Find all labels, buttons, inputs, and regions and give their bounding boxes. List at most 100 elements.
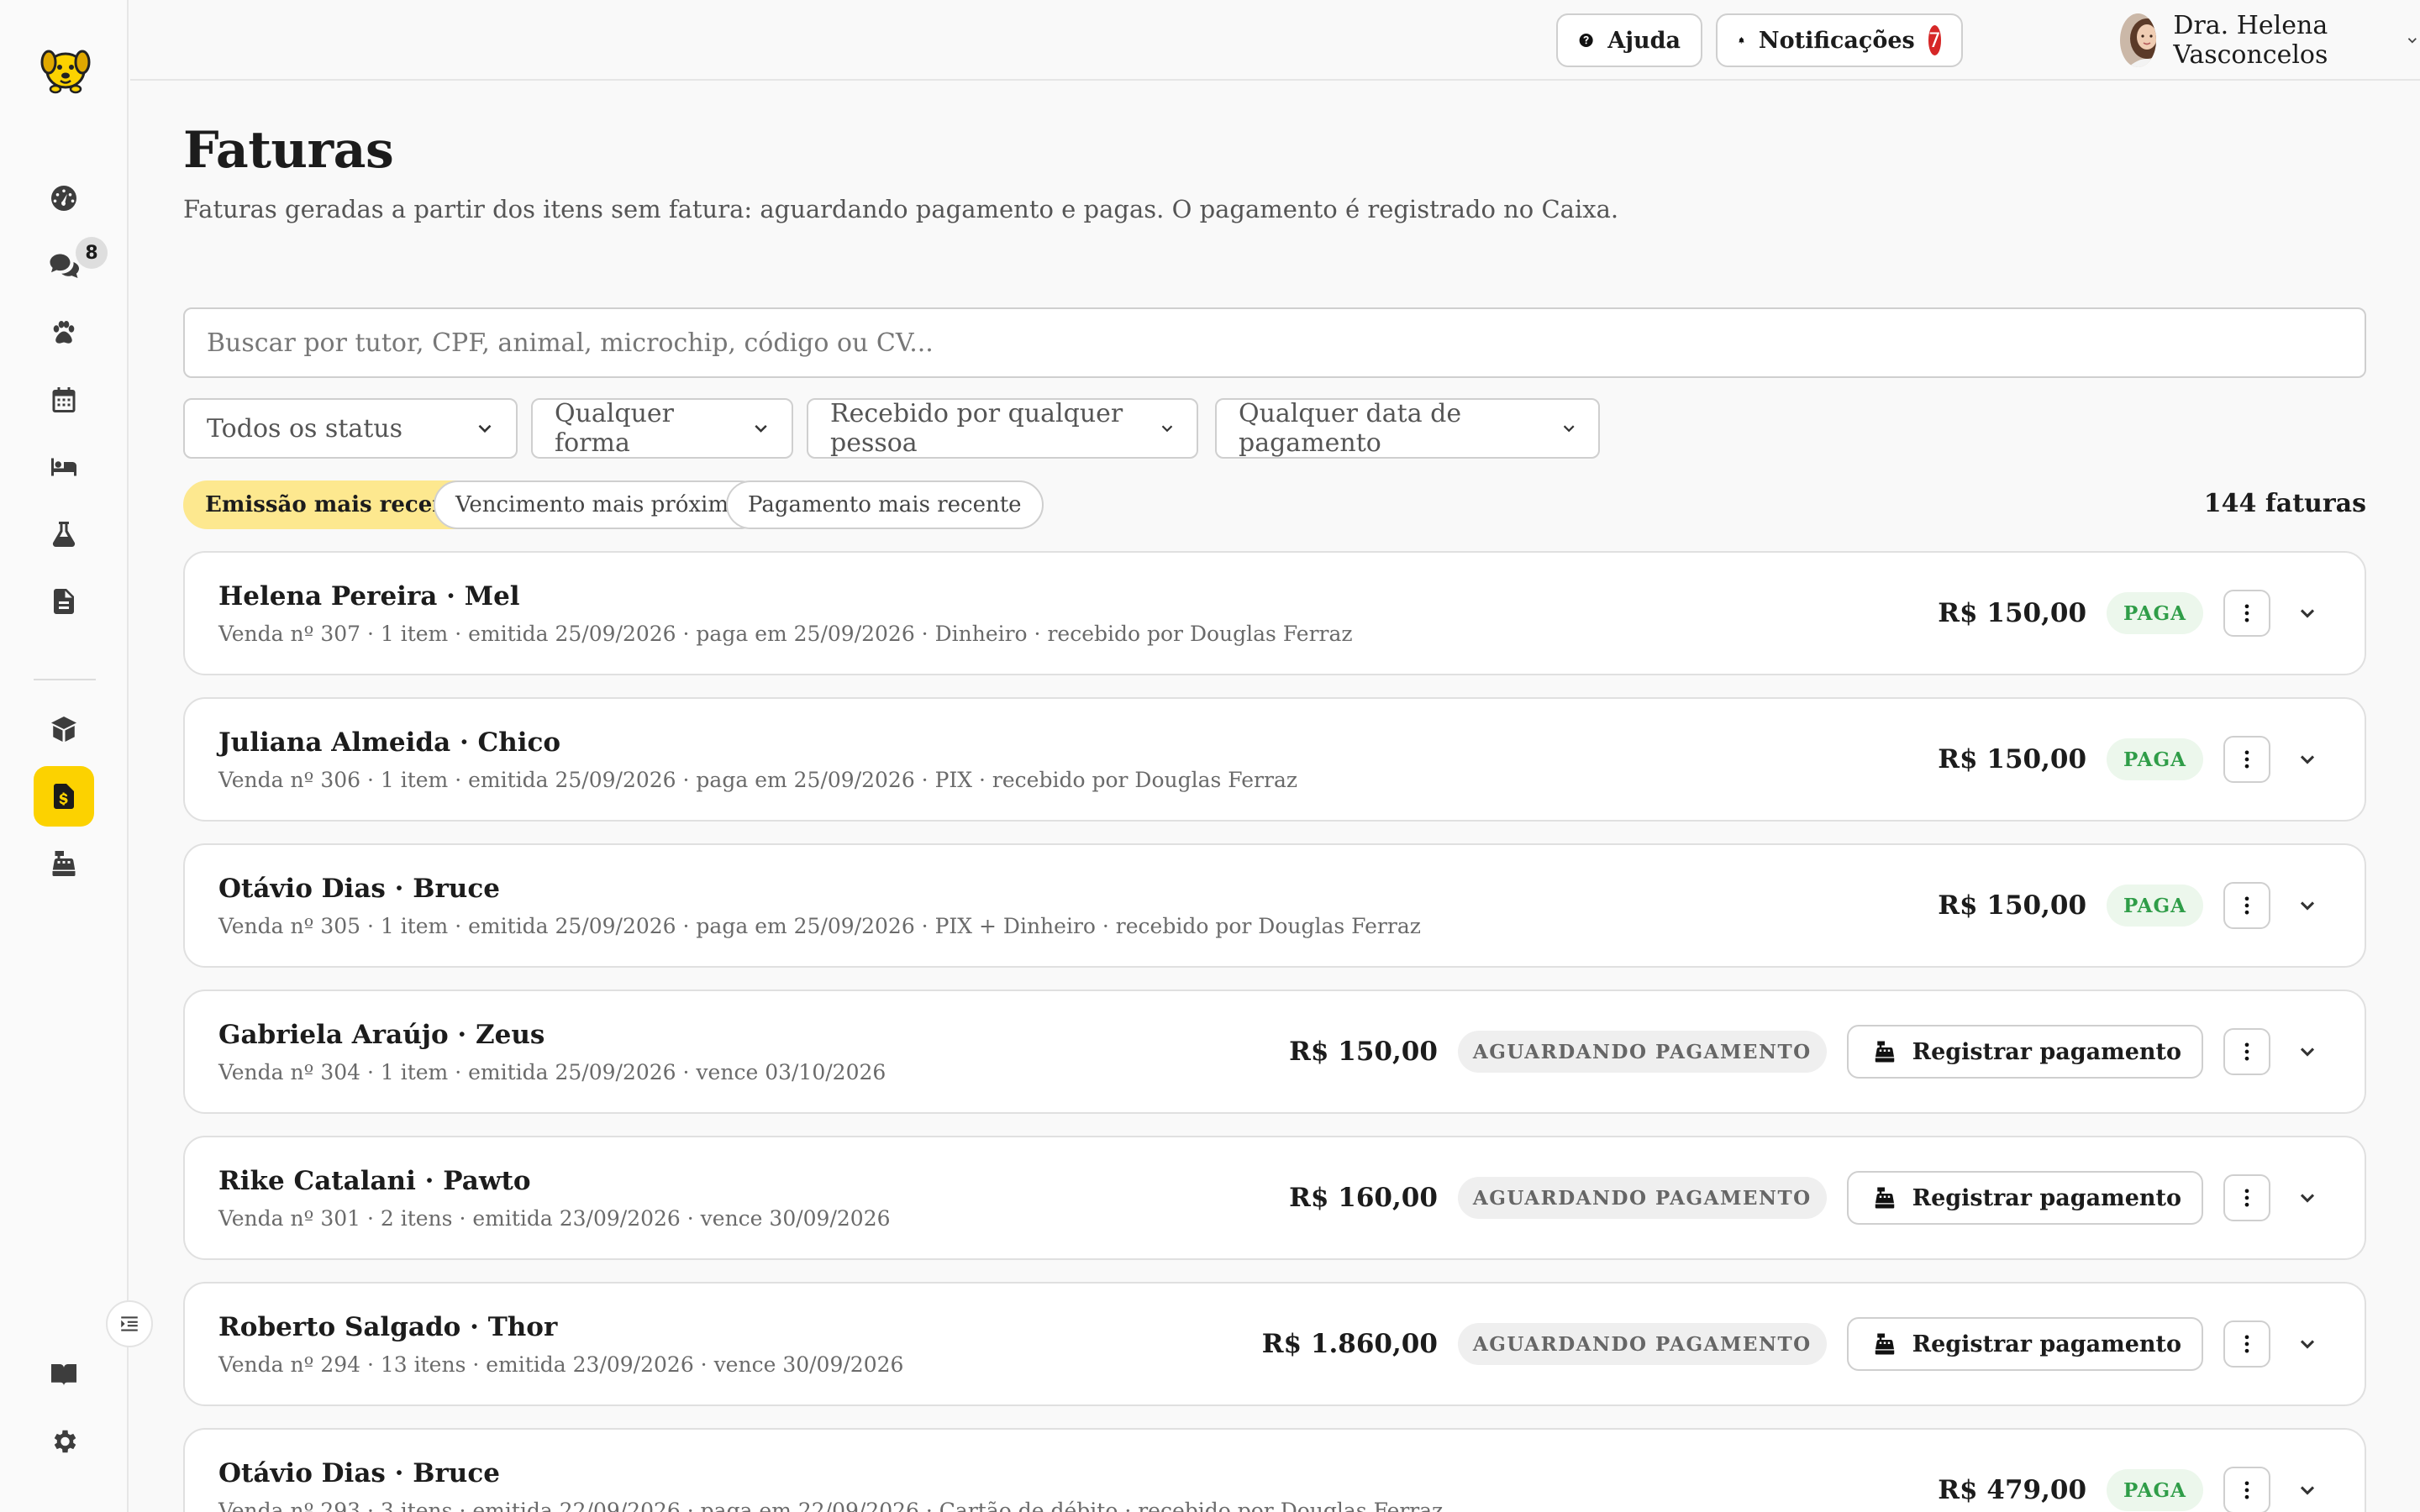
notifications-count-badge: 7: [1928, 25, 1941, 55]
invoice-row[interactable]: Otávio Dias · Bruce Venda nº 293 · 3 ite…: [183, 1428, 2366, 1512]
invoice-actions: R$ 479,00 PAGA: [1938, 1430, 2324, 1512]
sidebar-item-documents[interactable]: [34, 571, 94, 632]
sidebar-item-settings[interactable]: [34, 1411, 94, 1472]
more-options-button[interactable]: [2223, 736, 2270, 783]
indent-list-icon: [121, 1316, 138, 1331]
invoice-amount: R$ 150,00: [1289, 1037, 1438, 1067]
sidebar-item-inventory[interactable]: [34, 699, 94, 759]
invoice-title: Juliana Almeida · Chico: [218, 727, 561, 758]
more-options-button[interactable]: [2223, 1320, 2270, 1368]
invoice-row[interactable]: Juliana Almeida · Chico Venda nº 306 · 1…: [183, 697, 2366, 822]
help-button[interactable]: Ajuda: [1556, 13, 1702, 67]
more-vertical-icon: [2244, 1481, 2249, 1499]
register-payment-button[interactable]: Registrar pagamento: [1846, 1317, 2203, 1371]
chevron-down-icon: [2300, 1486, 2315, 1495]
status-badge-waiting: AGUARDANDO PAGAMENTO: [1457, 1177, 1827, 1219]
messages-count-badge: 8: [76, 237, 108, 269]
sidebar-item-dashboard[interactable]: [34, 168, 94, 228]
status-badge-paid: PAGA: [2107, 738, 2203, 780]
page-title: Faturas: [183, 121, 394, 180]
payment-method-filter-select[interactable]: Qualquer forma: [531, 398, 793, 459]
invoice-row[interactable]: Rike Catalani · Pawto Venda nº 301 · 2 i…: [183, 1136, 2366, 1260]
more-options-button[interactable]: [2223, 1467, 2270, 1512]
invoice-row[interactable]: Otávio Dias · Bruce Venda nº 305 · 1 ite…: [183, 843, 2366, 968]
chevron-down-icon: [755, 424, 767, 433]
invoice-meta: Venda nº 307 · 1 item · emitida 25/09/20…: [218, 622, 1353, 646]
expand-row-button[interactable]: [2291, 1327, 2324, 1361]
cash-register-icon: [1875, 1041, 1894, 1063]
paw-icon: [53, 321, 75, 344]
gauge-icon: [51, 186, 76, 211]
more-vertical-icon: [2244, 1335, 2249, 1353]
calendar-icon: [52, 387, 76, 412]
more-vertical-icon: [2244, 1042, 2249, 1061]
status-badge-waiting: AGUARDANDO PAGAMENTO: [1457, 1031, 1827, 1073]
sort-chip-next-due[interactable]: Vencimento mais próximo: [434, 480, 764, 529]
chevron-down-icon: [2300, 1340, 2315, 1349]
more-vertical-icon: [2244, 604, 2249, 622]
sidebar-item-animals[interactable]: [34, 302, 94, 363]
sidebar-collapse-button[interactable]: [106, 1300, 153, 1347]
payment-date-filter-value: Qualquer data de pagamento: [1239, 399, 1462, 458]
invoice-row[interactable]: Gabriela Araújo · Zeus Venda nº 304 · 1 …: [183, 990, 2366, 1114]
more-options-button[interactable]: [2223, 1174, 2270, 1221]
search-input[interactable]: [183, 307, 2366, 378]
notifications-button[interactable]: Notificações 7: [1716, 13, 1963, 67]
register-payment-button[interactable]: Registrar pagamento: [1846, 1171, 2203, 1225]
topbar: Ajuda Notificações 7 Dra. Helena Vasconc…: [130, 0, 2420, 81]
page-subtitle: Faturas geradas a partir dos itens sem f…: [183, 195, 1619, 223]
invoice-row[interactable]: Roberto Salgado · Thor Venda nº 294 · 13…: [183, 1282, 2366, 1406]
cash-register-icon: [52, 851, 76, 876]
sidebar: 8: [0, 0, 153, 1512]
sidebar-item-lab[interactable]: [34, 504, 94, 564]
expand-row-button[interactable]: [2291, 1473, 2324, 1507]
invoice-amount: R$ 150,00: [1938, 598, 2087, 628]
user-menu[interactable]: Dra. Helena Vasconcelos: [2120, 11, 2420, 70]
sidebar-item-calendar[interactable]: [34, 370, 94, 430]
help-label: Ajuda: [1607, 27, 1681, 54]
expand-row-button[interactable]: [2291, 1035, 2324, 1068]
expand-row-button[interactable]: [2291, 1181, 2324, 1215]
invoice-meta: Venda nº 301 · 2 itens · emitida 23/09/2…: [218, 1206, 891, 1231]
sort-chip-recent-payment[interactable]: Pagamento mais recente: [726, 480, 1044, 529]
avatar: [2120, 13, 2157, 67]
more-options-button[interactable]: [2223, 590, 2270, 637]
flask-icon: [52, 522, 76, 548]
register-payment-button[interactable]: Registrar pagamento: [1846, 1025, 2203, 1079]
cash-register-icon: [1875, 1333, 1894, 1355]
receiver-filter-select[interactable]: Recebido por qualquer pessoa: [807, 398, 1198, 459]
chevron-down-icon: [2300, 755, 2315, 764]
chevron-down-icon: [1161, 425, 1173, 433]
book-icon: [51, 1364, 76, 1386]
more-vertical-icon: [2244, 1189, 2249, 1207]
more-options-button[interactable]: [2223, 882, 2270, 929]
payment-date-filter-select[interactable]: Qualquer data de pagamento: [1215, 398, 1600, 459]
payment-method-filter-value: Qualquer forma: [555, 399, 675, 458]
user-name: Dra. Helena Vasconcelos: [2173, 11, 2328, 70]
invoice-meta: Venda nº 306 · 1 item · emitida 25/09/20…: [218, 768, 1298, 792]
invoice-meta: Venda nº 304 · 1 item · emitida 25/09/20…: [218, 1060, 886, 1084]
invoice-actions: R$ 1.860,00 AGUARDANDO PAGAMENTO Registra…: [1262, 1284, 2324, 1404]
invoice-meta: Venda nº 294 · 13 itens · emitida 23/09/…: [218, 1352, 904, 1377]
notifications-label: Notificações: [1758, 27, 1915, 54]
more-options-button[interactable]: [2223, 1028, 2270, 1075]
logo-dog-icon[interactable]: [35, 37, 96, 97]
sidebar-item-hospitalization[interactable]: [34, 437, 94, 497]
sidebar-item-cash-register[interactable]: [34, 833, 94, 894]
sidebar-item-invoices[interactable]: [34, 766, 94, 827]
invoice-title: Otávio Dias · Bruce: [218, 874, 500, 904]
invoice-actions: R$ 150,00 PAGA: [1938, 699, 2324, 820]
sidebar-item-manual[interactable]: [34, 1344, 94, 1404]
status-badge-paid: PAGA: [2107, 885, 2203, 927]
expand-row-button[interactable]: [2291, 743, 2324, 776]
invoice-row[interactable]: Helena Pereira · Mel Venda nº 307 · 1 it…: [183, 551, 2366, 675]
invoice-actions: R$ 150,00 PAGA: [1938, 845, 2324, 966]
chevron-down-icon: [2300, 609, 2315, 618]
expand-row-button[interactable]: [2291, 889, 2324, 922]
invoice-actions: R$ 150,00 AGUARDANDO PAGAMENTO Registrar …: [1289, 991, 2324, 1112]
status-filter-select[interactable]: Todos os status: [183, 398, 518, 459]
invoice-amount: R$ 150,00: [1938, 890, 2087, 921]
bell-icon: [1739, 37, 1744, 44]
expand-row-button[interactable]: [2291, 596, 2324, 630]
chevron-down-icon: [1563, 425, 1575, 433]
